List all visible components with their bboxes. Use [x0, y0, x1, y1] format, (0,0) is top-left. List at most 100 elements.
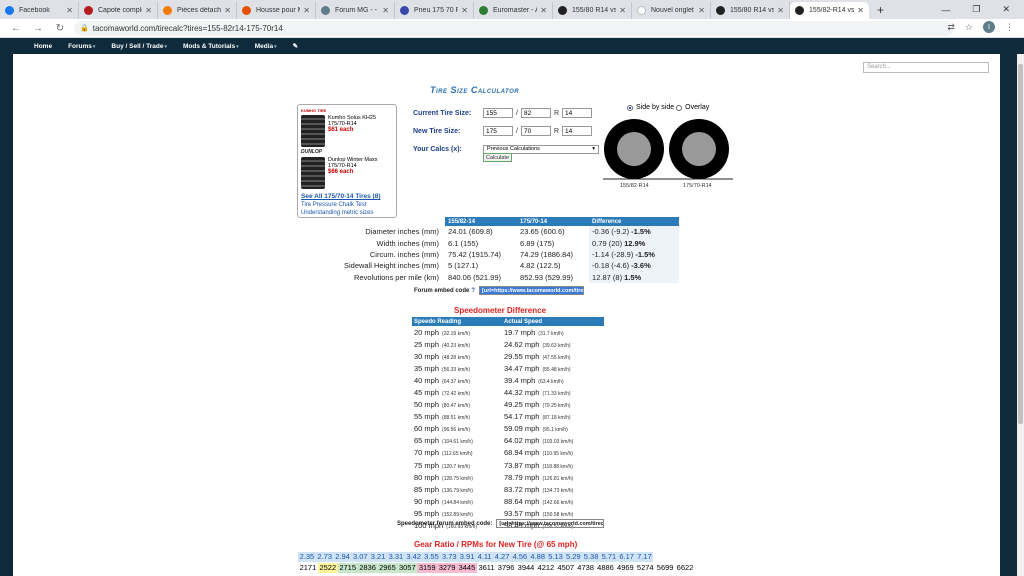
table-cell: 12.87 (8) 1.5% — [589, 271, 680, 283]
site-nav-item[interactable]: Media▾ — [255, 43, 277, 50]
browser-tab[interactable]: Pneu 175 70 R14...✕ — [395, 2, 474, 19]
calculate-button[interactable]: Calculate — [483, 153, 512, 162]
table-cell: -0.36 (-9.2) -1.5% — [589, 226, 680, 238]
ad-item-dunlop[interactable]: Dunlop Winter Maxx 175/70-R14 $66 each — [301, 157, 393, 189]
gear-rpm-cell: 4212 — [535, 563, 556, 573]
cell-value: 0.79 (20) — [592, 238, 623, 248]
close-tab-icon[interactable]: ✕ — [461, 6, 468, 15]
table-cell: 0.79 (20) 12.9% — [589, 237, 680, 249]
close-tab-icon[interactable]: ✕ — [619, 6, 626, 15]
compose-icon[interactable]: ✎ — [293, 42, 298, 50]
browser-tab[interactable]: Pièces détachées...✕ — [158, 2, 237, 19]
site-nav-item[interactable]: Forums▾ — [68, 43, 95, 50]
bookmark-star-icon[interactable]: ☆ — [965, 22, 973, 33]
speed-kmh: (47.55 km/h) — [542, 354, 571, 361]
speed-mph: 85 mph — [414, 484, 440, 494]
translate-icon[interactable]: ⇄ — [947, 22, 955, 33]
speed-mph: 70 mph — [414, 448, 440, 458]
back-icon[interactable]: ← — [10, 23, 22, 34]
close-tab-icon[interactable]: ✕ — [382, 6, 389, 15]
tab-label: 155/82-R14 vs 1... — [809, 7, 855, 14]
tire-image[interactable] — [301, 115, 325, 147]
table-row: Width inches (mm) 6.1 (155) 6.89 (175) 0.79… — [341, 237, 680, 249]
tire-pressure-link[interactable]: Tire Pressure Chalk Test — [301, 202, 393, 208]
tire-image[interactable] — [301, 157, 325, 189]
site-nav-item[interactable]: Mods & Tutorials▾ — [183, 43, 239, 50]
metric-sizes-link[interactable]: Understanding metric sizes — [301, 210, 393, 216]
browser-tab[interactable]: Forum MG - - M...✕ — [316, 2, 395, 19]
speed-mph: 30 mph — [414, 351, 440, 361]
tab-label: 155/80 R14 vs 1... — [572, 7, 616, 14]
help-icon[interactable]: ? — [471, 288, 475, 294]
url-field[interactable]: 🔒 tacomaworld.com/tirecalc?tires=155-82r… — [74, 20, 954, 36]
tab-favicon-icon — [795, 6, 804, 15]
gear-rpm-cell: 4738 — [575, 563, 596, 573]
speed-kmh: (40.23 km/h) — [442, 342, 471, 349]
minimize-icon[interactable]: — — [941, 5, 950, 15]
browser-tab[interactable]: Euromaster - Ach...✕ — [474, 2, 553, 19]
table-row: 65 mph (104.61 km/h) 64.02 mph (103.03 km/h… — [412, 435, 604, 447]
gear-rpm-cell: 3796 — [496, 563, 517, 573]
browser-tab[interactable]: 155/80 R14 vs 1...✕ — [553, 2, 632, 19]
forum-embed-input[interactable]: [url=https://www.tacomaworld.com/tirecal… — [479, 286, 585, 295]
side-by-side-radio[interactable] — [627, 104, 633, 111]
speed-mph: 44.32 mph — [504, 388, 540, 398]
gear-rpm-cell: 3057 — [397, 563, 418, 573]
table-cell: 75 mph (120.7 km/h) — [412, 459, 502, 471]
url-text: tacomaworld.com/tirecalc?tires=155-82r14… — [92, 23, 283, 33]
gear-ratio-cell: 2.35 — [298, 552, 316, 562]
reload-icon[interactable]: ↻ — [54, 23, 66, 34]
speedo-title: Speedometer Difference — [454, 306, 547, 315]
chevron-down-icon: ▾ — [92, 43, 96, 50]
table-row: 55 mph (88.51 km/h) 54.17 mph (87.18 km/h) — [412, 411, 604, 423]
browser-tab[interactable]: Housse pour Mi...✕ — [237, 2, 316, 19]
new-ratio-input[interactable]: 70 — [520, 126, 551, 136]
close-tab-icon[interactable]: ✕ — [66, 6, 73, 15]
menu-kebab-icon[interactable]: ⋮ — [1005, 22, 1014, 33]
maximize-icon[interactable]: ❐ — [972, 4, 980, 15]
cell-value: -1.14 (-28.9) — [592, 249, 634, 259]
forward-icon[interactable]: → — [32, 23, 44, 34]
new-rim-input[interactable]: 14 — [562, 126, 593, 136]
gear-rpm-cell: 2171 — [298, 563, 318, 573]
speed-mph: 39.4 mph — [504, 375, 536, 385]
scrollbar-thumb[interactable] — [1018, 64, 1023, 424]
close-tab-icon[interactable]: ✕ — [540, 6, 547, 15]
avatar[interactable]: I — [983, 21, 995, 33]
close-tab-icon[interactable]: ✕ — [224, 6, 231, 15]
table-row: 30 mph (48.28 km/h) 29.55 mph (47.55 km/h) — [412, 350, 604, 362]
overlay-label: Overlay — [685, 104, 710, 111]
close-tab-icon[interactable]: ✕ — [303, 6, 310, 15]
close-tab-icon[interactable]: ✕ — [698, 6, 705, 15]
table-cell: 75.42 (1915.74) — [445, 249, 517, 260]
speed-kmh: (55.48 km/h) — [542, 366, 571, 373]
close-tab-icon[interactable]: ✕ — [777, 6, 784, 15]
slash-separator: / — [516, 109, 518, 117]
lock-icon[interactable]: 🔒 — [80, 24, 89, 32]
browser-tab[interactable]: Nouvel onglet ✕ — [632, 2, 711, 19]
current-width-input[interactable]: 155 — [483, 108, 513, 118]
site-nav-item[interactable]: Home — [34, 43, 52, 50]
forum-embed-row: Forum embed code ? [url=https://www.taco… — [414, 286, 585, 295]
site-search-input[interactable]: Search... — [863, 62, 989, 73]
chevron-down-icon: ▾ — [236, 43, 239, 50]
close-window-icon[interactable]: ✕ — [1002, 4, 1010, 15]
site-nav-item[interactable]: Buy / Sell / Trade▾ — [111, 43, 167, 50]
browser-tab[interactable]: 155/82-R14 vs 1...✕ — [790, 2, 869, 19]
overlay-radio[interactable] — [676, 104, 683, 111]
see-all-tires-link[interactable]: See All 175/70-14 Tires (8) — [301, 193, 393, 200]
new-width-input[interactable]: 175 — [483, 126, 513, 136]
browser-tab[interactable]: Capote complète...✕ — [79, 2, 158, 19]
close-tab-icon[interactable]: ✕ — [145, 6, 152, 15]
ad-item-kumho[interactable]: Kumho Solus KH25 175/70-R14 $61 each — [301, 115, 393, 147]
new-tab-button[interactable]: + — [877, 3, 884, 17]
speed-mph: 73.87 mph — [504, 460, 540, 470]
browser-tab[interactable]: 155/80 R14 vs 1...✕ — [711, 2, 790, 19]
current-ratio-input[interactable]: 82 — [520, 108, 551, 118]
cell-value: 840.06 (521.99) — [448, 272, 502, 282]
browser-tab[interactable]: Facebook ✕ — [0, 2, 79, 19]
close-tab-icon[interactable]: ✕ — [857, 6, 864, 15]
current-rim-input[interactable]: 14 — [562, 108, 593, 118]
speedo-embed-input[interactable]: [url=https://www.tacomaworld.com/tirecal… — [496, 519, 605, 528]
speed-kmh: (152.89 km/h) — [442, 511, 473, 518]
